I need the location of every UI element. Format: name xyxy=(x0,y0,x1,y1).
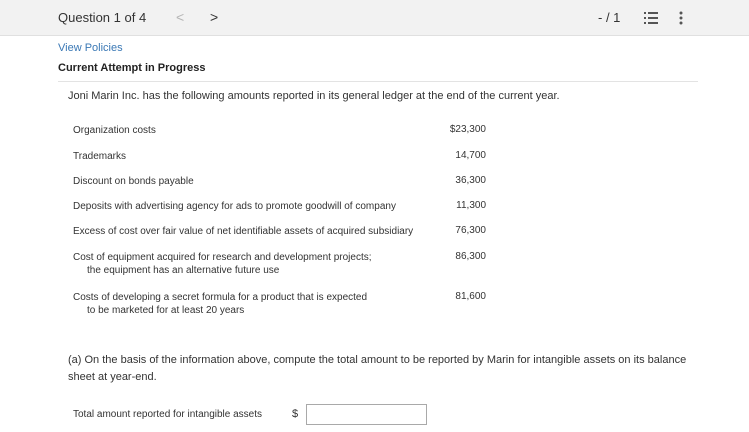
question-header: Question 1 of 4 < > - / 1 xyxy=(0,0,749,36)
ledger-label: Excess of cost over fair value of net id… xyxy=(73,226,414,237)
view-policies-link[interactable]: View Policies xyxy=(58,42,123,54)
ledger-value: 36,300 xyxy=(455,175,486,186)
question-intro: Joni Marin Inc. has the following amount… xyxy=(68,90,560,102)
question-counter: Question 1 of 4 xyxy=(58,10,147,25)
part-a-prompt: (a) On the basis of the information abov… xyxy=(68,354,687,383)
currency-symbol: $ xyxy=(292,408,299,420)
ledger-value: 14,700 xyxy=(455,150,486,161)
ledger-label: Deposits with advertising agency for ads… xyxy=(73,201,396,212)
ledger-label: Discount on bonds payable xyxy=(73,176,194,187)
ledger-label: Trademarks xyxy=(73,151,126,162)
ledger-value: 81,600 xyxy=(455,291,486,302)
attempt-status-title: Current Attempt in Progress xyxy=(58,62,206,74)
ledger-value: $23,300 xyxy=(449,124,486,135)
score-display: - / 1 xyxy=(598,10,621,25)
next-question-button[interactable]: > xyxy=(210,9,218,25)
ledger-value: 76,300 xyxy=(455,225,486,236)
ledger-value: 86,300 xyxy=(455,251,486,262)
intangible-assets-input[interactable] xyxy=(306,404,427,425)
ledger-label: Costs of developing a secret formula for… xyxy=(73,292,368,316)
list-icon[interactable] xyxy=(643,10,659,26)
ledger-value: 11,300 xyxy=(456,200,486,211)
divider xyxy=(58,81,698,82)
answer-label: Total amount reported for intangible ass… xyxy=(73,409,262,420)
ledger-label: Organization costs xyxy=(73,125,156,136)
ledger-label: Cost of equipment acquired for research … xyxy=(73,252,372,276)
more-vertical-icon[interactable] xyxy=(677,10,685,26)
previous-question-button[interactable]: < xyxy=(176,9,184,25)
